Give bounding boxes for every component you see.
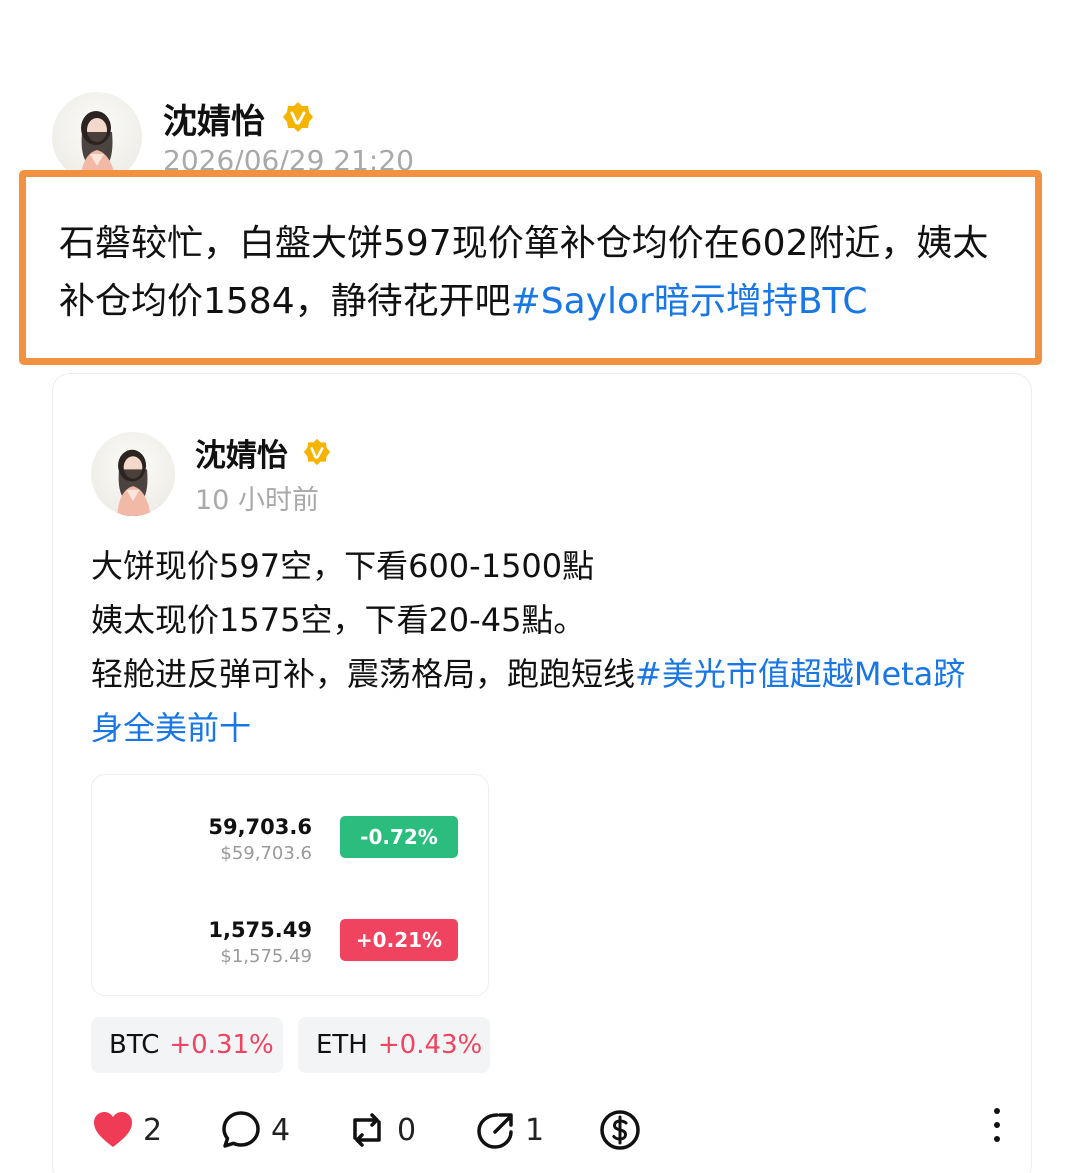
ticker-symbol: ETH — [316, 1030, 368, 1060]
avatar-portrait — [80, 111, 116, 182]
tip-button[interactable] — [599, 1102, 641, 1158]
quoted-line: 大饼现价597空，下看600-1500點 — [91, 547, 595, 585]
comment-count: 4 — [271, 1112, 291, 1148]
repost-icon — [353, 1113, 381, 1147]
like-button[interactable]: 2 — [93, 1102, 162, 1158]
ticker-symbol: BTC — [109, 1030, 160, 1060]
price-usd: $59,703.6 — [220, 843, 312, 864]
price-value: 1,575.49 — [208, 918, 312, 942]
verified-badge-icon — [303, 438, 331, 466]
heart-icon — [94, 1112, 132, 1147]
price-change-badge: -0.72% — [340, 816, 458, 858]
quoted-line-text: 轻舱进反弹可补，震荡格局，跑跑短线 — [91, 655, 636, 693]
ticker-chip-eth[interactable]: ETH +0.43% — [298, 1017, 490, 1073]
ticker-change: +0.43% — [377, 1030, 483, 1060]
author-avatar[interactable] — [52, 92, 142, 182]
post-hashtag-link[interactable]: #Saylor暗示增持BTC — [511, 281, 868, 322]
price-value: 59,703.6 — [208, 815, 312, 839]
comment-icon — [222, 1111, 260, 1148]
verified-badge-icon — [283, 102, 313, 132]
quoted-author-name[interactable]: 沈婧怡 — [195, 430, 288, 475]
comment-button[interactable]: 4 — [221, 1102, 290, 1158]
price-change-badge: +0.21% — [340, 919, 458, 961]
highlighted-post-body: 石磐较忙，白盤大饼597现价箪补仓均价在602附近，姨太补仓均价1584，静待花… — [19, 170, 1042, 365]
ticker-change: +0.31% — [169, 1030, 274, 1060]
price-usd: $1,575.49 — [220, 946, 312, 967]
post-text: 石磐较忙，白盤大饼597现价箪补仓均价在602附近，姨太补仓均价1584，静待花… — [59, 215, 1023, 331]
ticker-chip-btc[interactable]: BTC +0.31% — [91, 1017, 283, 1073]
quoted-post-text: 大饼现价597空，下看600-1500點 姨太现价1575空，下看20-45點。… — [91, 539, 991, 755]
repost-button[interactable]: 0 — [347, 1102, 416, 1158]
author-name[interactable]: 沈婧怡 — [163, 94, 265, 143]
share-button[interactable]: 1 — [475, 1102, 544, 1158]
quoted-line: 轻舱进反弹可补，震荡格局，跑跑短线#美光市值超越Meta跻身全美前十 — [91, 647, 991, 755]
quoted-author-avatar[interactable] — [91, 432, 175, 516]
more-icon[interactable] — [991, 1108, 1003, 1148]
share-count: 1 — [525, 1112, 545, 1148]
like-count: 2 — [143, 1112, 163, 1148]
share-icon — [477, 1113, 513, 1149]
price-row-btc[interactable]: 59,703.6 $59,703.6 -0.72% — [92, 815, 488, 875]
price-widget[interactable]: 59,703.6 $59,703.6 -0.72% 1,575.49 $1,57… — [91, 774, 489, 996]
repost-count: 0 — [397, 1112, 417, 1148]
avatar-portrait — [117, 449, 151, 516]
action-bar: 2 4 0 1 — [91, 1102, 1011, 1162]
tip-dollar-icon — [600, 1110, 640, 1150]
quoted-post-timestamp: 10 小时前 — [195, 485, 319, 516]
quoted-post-card[interactable]: 沈婧怡 10 小时前 大饼现价597空，下看600-1500點 姨太现价1575… — [52, 373, 1032, 1173]
quoted-line: 姨太现价1575空，下看20-45點。 — [91, 601, 586, 639]
price-row-eth[interactable]: 1,575.49 $1,575.49 +0.21% — [92, 918, 488, 978]
